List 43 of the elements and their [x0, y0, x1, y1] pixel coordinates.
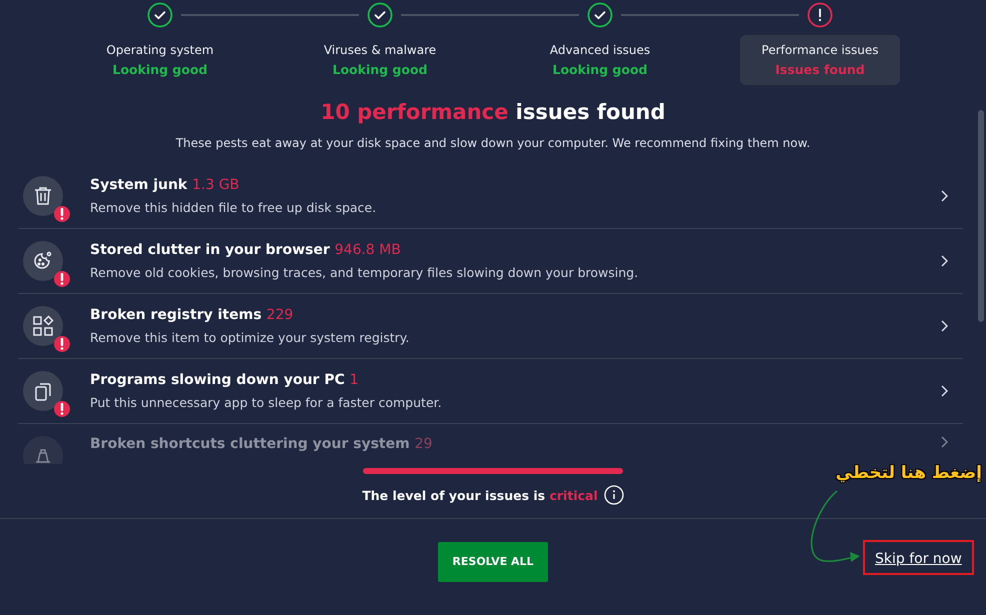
issue-title: System junk 1.3 GB [90, 177, 240, 193]
issue-description: Remove this hidden file to free up disk space. [90, 200, 378, 215]
resolve-all-button[interactable]: RESOLVE ALL [438, 542, 548, 582]
chevron-right-icon [941, 385, 948, 397]
step-label: Operating system [106, 43, 214, 57]
shapes-grid-icon [31, 314, 55, 338]
step-tab[interactable]: Advanced issues Looking good [520, 35, 680, 85]
chevron-right-icon [941, 255, 948, 267]
step-status: Looking good [552, 62, 648, 77]
step-tab[interactable]: Performance issues Issues found [740, 35, 900, 85]
alert-badge-icon [54, 206, 70, 222]
info-icon[interactable] [604, 485, 624, 505]
issue-title: Programs slowing down your PC 1 [90, 372, 360, 388]
severity-text: The level of your issues is critical [362, 488, 598, 502]
issues-subtitle: These pests eat away at your disk space and slow down your computer. We recommend fixing them now. [174, 136, 812, 150]
issue-row[interactable]: Programs slowing down your PC 1 Put this unnecessary app to sleep for a faster computer. [18, 359, 963, 424]
scrollbar-thumb[interactable] [978, 110, 984, 322]
issue-description: Remove old cookies, browsing traces, and temporary files slowing down your browsing. [90, 265, 640, 280]
chevron-right-icon [941, 436, 948, 448]
issues-heading: 10 performance issues found [320, 100, 666, 124]
chevron-right-icon [941, 320, 948, 332]
skip-link[interactable]: Skip for now [875, 551, 962, 567]
issue-description: Put this unnecessary app to sleep for a faster computer. [90, 395, 443, 410]
issue-description: Remove this item to optimize your system registry. [90, 330, 410, 345]
step-status: Issues found [775, 62, 865, 77]
alert-badge-icon [54, 271, 70, 287]
alert-badge-icon [54, 401, 70, 417]
issue-row[interactable]: System junk 1.3 GB Remove this hidden file to free up disk space. [18, 164, 963, 229]
issue-row[interactable]: Broken registry items 229 Remove this item to optimize your system registry. [18, 294, 963, 359]
step-status: Looking good [332, 62, 428, 77]
issue-title: Stored clutter in your browser 946.8 MB [90, 242, 402, 258]
step-status: Looking good [112, 62, 208, 77]
step-tab[interactable]: Operating system Looking good [80, 35, 240, 85]
issue-row[interactable]: Stored clutter in your browser 946.8 MB Remove old cookies, browsing traces, and temporary files slowing down your browsing. [18, 229, 963, 294]
annotation-text: إضغط هنا لتخطي [836, 463, 982, 483]
step-label: Advanced issues [550, 43, 650, 57]
step-tab[interactable]: Viruses & malware Looking good [300, 35, 460, 85]
alert-badge-icon [54, 336, 70, 352]
step-label: Performance issues [762, 43, 878, 57]
issue-title: Broken shortcuts cluttering your system 29 [90, 436, 434, 452]
issue-title: Broken registry items 229 [90, 307, 294, 323]
step-label: Viruses & malware [324, 43, 436, 57]
chevron-right-icon [941, 190, 948, 202]
